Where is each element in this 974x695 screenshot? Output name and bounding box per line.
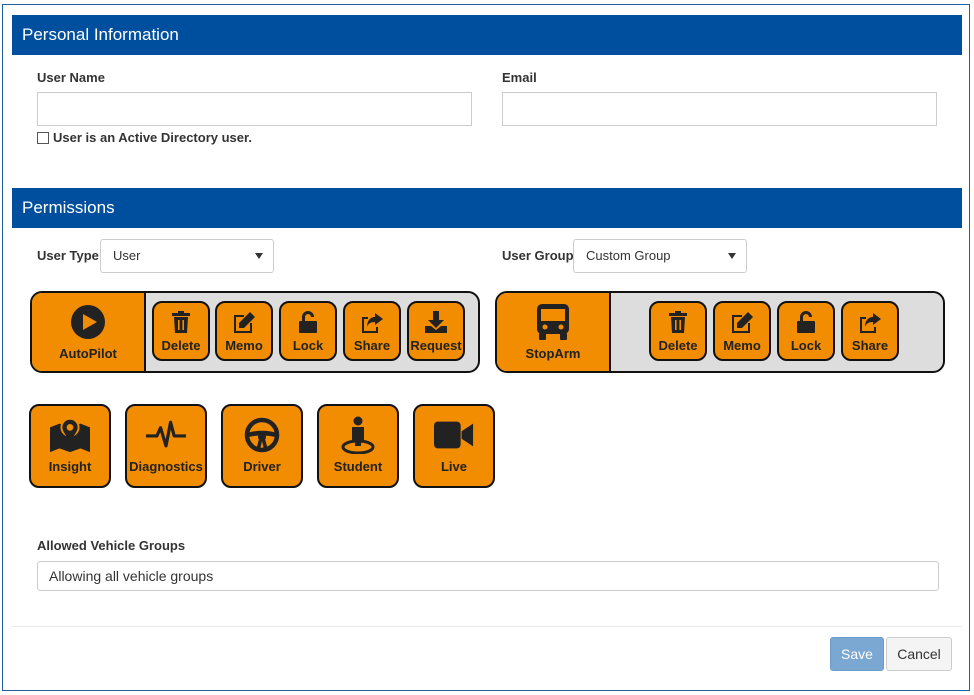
user-type-select[interactable]: User (100, 239, 274, 273)
stoparm-lock-button[interactable]: Lock (777, 301, 835, 361)
memo-label: Memo (225, 338, 263, 353)
user-type-label: User Type (37, 248, 99, 263)
username-input[interactable] (37, 92, 472, 126)
play-circle-icon (70, 304, 106, 340)
student-label: Student (333, 459, 383, 474)
live-button[interactable]: Live (413, 404, 495, 488)
share-icon (858, 310, 882, 334)
pulse-icon (146, 415, 186, 455)
request-label: Request (410, 338, 462, 353)
memo-label: Memo (723, 338, 761, 353)
user-group-value: Custom Group (586, 248, 671, 263)
diagnostics-button[interactable]: Diagnostics (125, 404, 207, 488)
active-directory-row: User is an Active Directory user. (37, 130, 252, 145)
steering-wheel-icon (242, 415, 282, 455)
unlock-icon (794, 310, 818, 334)
user-group-select[interactable]: Custom Group (573, 239, 747, 273)
map-pin-icon (50, 415, 90, 455)
vehicle-groups-input[interactable] (37, 561, 939, 591)
share-icon (360, 310, 384, 334)
email-label: Email (502, 70, 537, 85)
video-camera-icon (434, 415, 474, 455)
bus-icon (535, 303, 571, 340)
lock-label: Lock (790, 338, 822, 353)
permissions-header: Permissions (12, 188, 962, 228)
active-directory-label: User is an Active Directory user. (53, 130, 252, 145)
unlock-icon (296, 310, 320, 334)
autopilot-request-button[interactable]: Request (407, 301, 465, 361)
chevron-down-icon (255, 253, 263, 259)
autopilot-button[interactable]: AutoPilot (32, 293, 146, 371)
stoparm-share-button[interactable]: Share (841, 301, 899, 361)
diagnostics-label: Diagnostics (129, 459, 203, 474)
stoparm-delete-button[interactable]: Delete (649, 301, 707, 361)
driver-label: Driver (243, 459, 281, 474)
vehicle-groups-label: Allowed Vehicle Groups (37, 538, 186, 553)
autopilot-memo-button[interactable]: Memo (215, 301, 273, 361)
trash-icon (169, 310, 193, 334)
chevron-down-icon (728, 253, 736, 259)
cancel-button[interactable]: Cancel (886, 637, 952, 671)
lock-label: Lock (292, 338, 324, 353)
edit-icon (730, 310, 754, 334)
stoparm-button[interactable]: StopArm (497, 293, 611, 371)
stoparm-memo-button[interactable]: Memo (713, 301, 771, 361)
insight-label: Insight (48, 459, 92, 474)
email-input[interactable] (502, 92, 937, 126)
autopilot-delete-button[interactable]: Delete (152, 301, 210, 361)
user-group-label: User Group (502, 248, 574, 263)
live-label: Live (440, 459, 467, 474)
active-directory-checkbox[interactable] (37, 131, 49, 144)
share-label: Share (353, 338, 391, 353)
student-pin-icon (338, 415, 378, 455)
autopilot-label: AutoPilot (59, 345, 117, 361)
user-type-value: User (113, 248, 141, 263)
delete-label: Delete (658, 338, 698, 353)
download-icon (424, 310, 448, 334)
autopilot-permission-group: AutoPilot Delete Memo Lock Share Request (30, 291, 480, 373)
student-button[interactable]: Student (317, 404, 399, 488)
share-label: Share (851, 338, 889, 353)
driver-button[interactable]: Driver (221, 404, 303, 488)
stoparm-label: StopArm (525, 345, 581, 361)
stoparm-permission-group: StopArm Delete Memo Lock Share (495, 291, 945, 373)
autopilot-share-button[interactable]: Share (343, 301, 401, 361)
insight-button[interactable]: Insight (29, 404, 111, 488)
username-label: User Name (37, 70, 105, 85)
delete-label: Delete (161, 338, 201, 353)
personal-info-header: Personal Information (12, 15, 962, 55)
edit-icon (232, 310, 256, 334)
autopilot-lock-button[interactable]: Lock (279, 301, 337, 361)
footer-divider (12, 626, 962, 627)
save-button[interactable]: Save (830, 637, 884, 671)
trash-icon (666, 310, 690, 334)
